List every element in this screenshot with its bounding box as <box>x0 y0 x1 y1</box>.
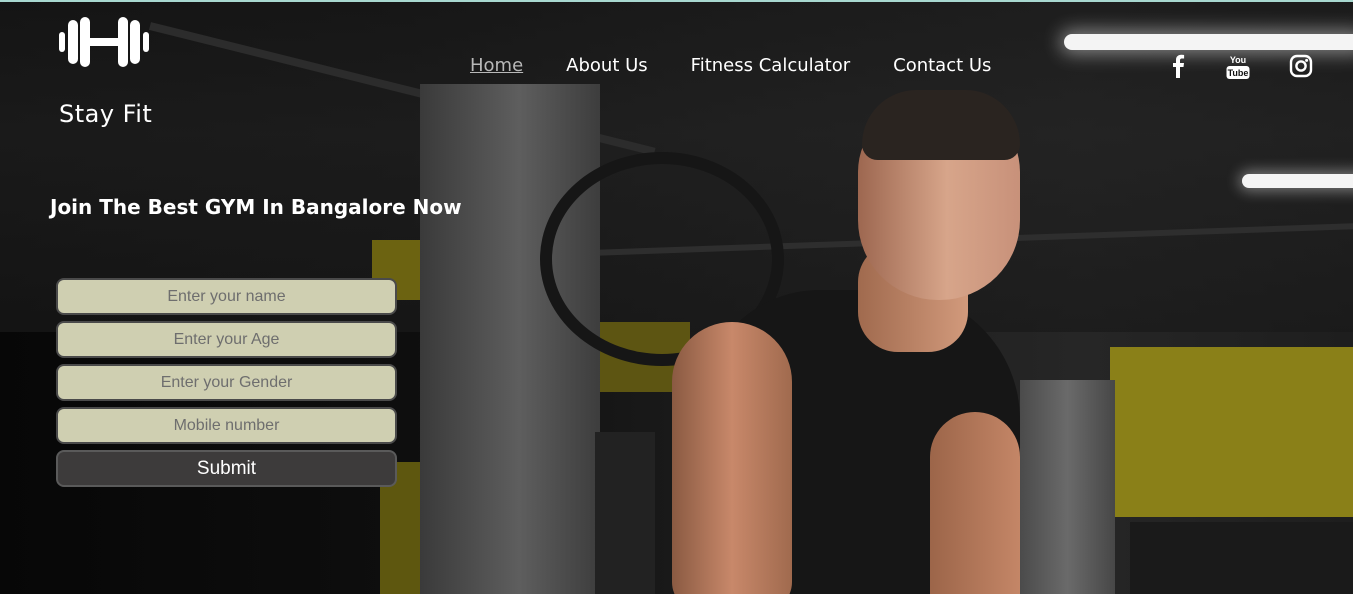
facebook-icon[interactable] <box>1170 54 1186 82</box>
name-field[interactable] <box>56 278 397 315</box>
youtube-icon[interactable]: You Tube <box>1226 54 1250 84</box>
dumbbell-icon[interactable] <box>58 16 150 68</box>
submit-button[interactable]: Submit <box>56 450 397 487</box>
mobile-field[interactable] <box>56 407 397 444</box>
hero-headline: Join The Best GYM In Bangalore Now <box>50 195 462 219</box>
instagram-icon[interactable] <box>1289 54 1313 82</box>
youtube-text-bottom: Tube <box>1228 68 1249 78</box>
concrete-pillar <box>420 84 600 594</box>
athlete-arm <box>672 322 792 594</box>
nav-about-us[interactable]: About Us <box>566 55 648 76</box>
gender-field[interactable] <box>56 364 397 401</box>
signup-form: Submit <box>56 278 397 487</box>
athlete-hair <box>862 90 1020 160</box>
brand-name: Stay Fit <box>59 100 153 128</box>
gym-equipment <box>1130 522 1353 594</box>
nav-contact-us[interactable]: Contact Us <box>893 55 991 76</box>
concrete-pillar <box>1020 380 1115 594</box>
ceiling-light <box>1064 34 1353 50</box>
age-field[interactable] <box>56 321 397 358</box>
athlete-arm <box>930 412 1020 594</box>
nav-fitness-calculator[interactable]: Fitness Calculator <box>691 55 850 76</box>
gym-machine-rail <box>595 432 655 594</box>
main-nav: Home About Us Fitness Calculator Contact… <box>470 55 1034 76</box>
ceiling-light <box>1242 174 1353 188</box>
yellow-wall <box>1110 347 1353 517</box>
nav-home[interactable]: Home <box>470 55 523 76</box>
youtube-text-top: You <box>1230 55 1246 65</box>
